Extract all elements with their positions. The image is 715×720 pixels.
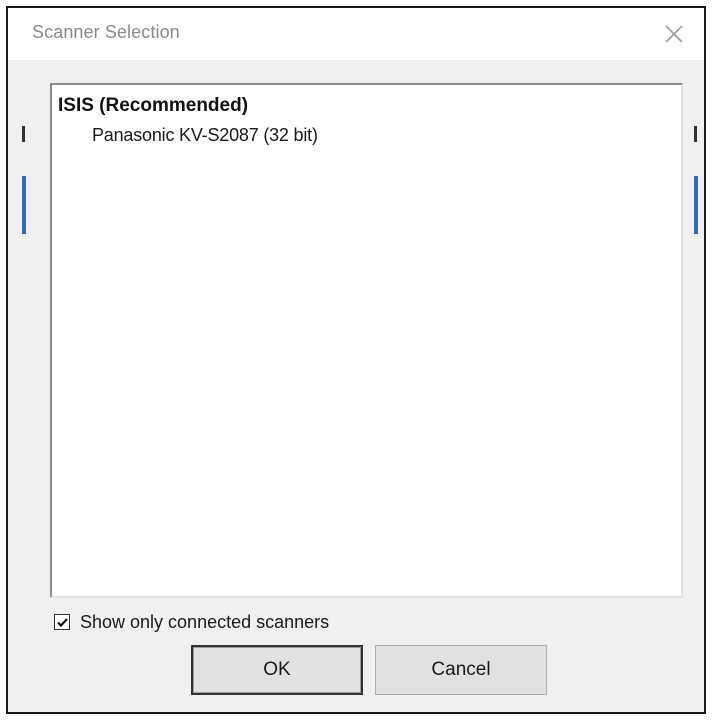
close-icon [665,25,683,43]
scanner-group-header: ISIS (Recommended) [58,95,249,116]
title-bar[interactable]: Scanner Selection [8,8,704,60]
background-window-edge [694,126,697,142]
background-window-accent [694,176,698,234]
scanner-list-item[interactable]: Panasonic KV-S2087 (32 bit) [92,125,318,146]
show-connected-checkbox[interactable] [54,614,70,630]
cancel-button[interactable]: Cancel [375,645,547,695]
scanner-selection-dialog: Scanner Selection ISIS (Recommended) Pan… [6,6,706,714]
dialog-title: Scanner Selection [32,22,180,42]
background-window-accent [22,176,26,234]
ok-button[interactable]: OK [191,645,363,695]
close-button[interactable] [658,18,690,50]
checkmark-icon [56,617,68,627]
show-connected-checkbox-row[interactable]: Show only connected scanners [54,611,329,633]
background-window-edge [22,126,25,142]
scanner-list[interactable]: ISIS (Recommended) Panasonic KV-S2087 (3… [50,83,683,598]
show-connected-label: Show only connected scanners [80,611,330,632]
